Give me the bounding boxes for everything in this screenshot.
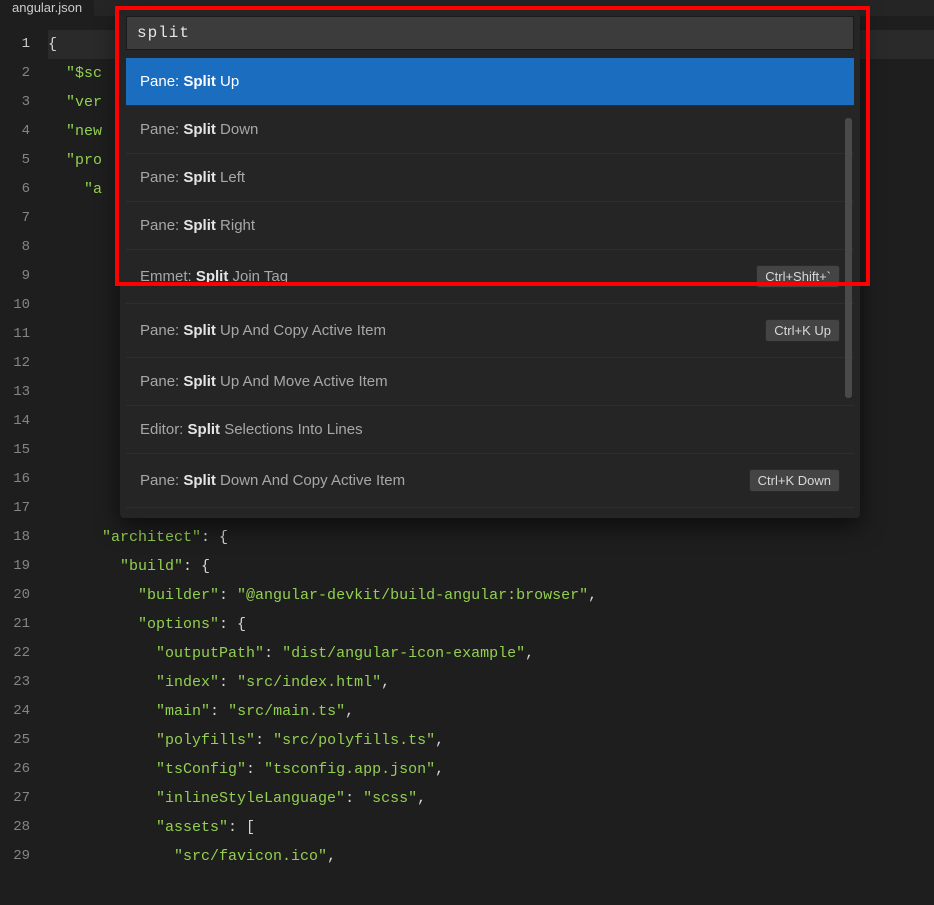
code-line: "tsConfig": "tsconfig.app.json", bbox=[48, 755, 934, 784]
code-line: "outputPath": "dist/angular-icon-example… bbox=[48, 639, 934, 668]
line-number: 2 bbox=[0, 59, 30, 88]
line-number: 18 bbox=[0, 523, 30, 552]
palette-item[interactable]: Emmet: Split Join Tag Ctrl+Shift+` bbox=[126, 250, 854, 304]
code-line: "options": { bbox=[48, 610, 934, 639]
line-number: 5 bbox=[0, 146, 30, 175]
palette-item[interactable]: Pane: Split Up And Move Active Item bbox=[126, 358, 854, 406]
palette-item-label: Pane: Split Up bbox=[140, 73, 239, 90]
keyboard-shortcut: Ctrl+K Down bbox=[749, 469, 840, 492]
line-number: 7 bbox=[0, 204, 30, 233]
palette-item-label: Pane: Split Right bbox=[140, 217, 255, 234]
line-number: 28 bbox=[0, 813, 30, 842]
line-number: 27 bbox=[0, 784, 30, 813]
line-number: 3 bbox=[0, 88, 30, 117]
code-line: "architect": { bbox=[48, 523, 934, 552]
command-palette: Pane: Split Up Pane: Split Down Pane: Spli… bbox=[120, 10, 860, 518]
palette-item[interactable]: Editor: Split Selections Into Lines bbox=[126, 406, 854, 454]
line-number: 15 bbox=[0, 436, 30, 465]
palette-scrollbar[interactable] bbox=[845, 118, 852, 398]
line-number: 12 bbox=[0, 349, 30, 378]
palette-item[interactable]: Pane: Split Right bbox=[126, 202, 854, 250]
line-number: 21 bbox=[0, 610, 30, 639]
palette-item-label: Pane: Split Up And Copy Active Item bbox=[140, 322, 386, 339]
code-line: "assets": [ bbox=[48, 813, 934, 842]
code-line: "src/favicon.ico", bbox=[48, 842, 934, 871]
line-number: 24 bbox=[0, 697, 30, 726]
palette-input[interactable] bbox=[126, 16, 854, 50]
line-number: 16 bbox=[0, 465, 30, 494]
palette-item[interactable]: Pane: Split Up bbox=[126, 58, 854, 106]
palette-item[interactable]: Pane: Split Down bbox=[126, 106, 854, 154]
line-number: 29 bbox=[0, 842, 30, 871]
keyboard-shortcut: Ctrl+Shift+` bbox=[756, 265, 840, 288]
keyboard-shortcut: Ctrl+K Up bbox=[765, 319, 840, 342]
code-line: "build": { bbox=[48, 552, 934, 581]
code-line: "inlineStyleLanguage": "scss", bbox=[48, 784, 934, 813]
line-number: 26 bbox=[0, 755, 30, 784]
line-number: 14 bbox=[0, 407, 30, 436]
line-number: 20 bbox=[0, 581, 30, 610]
code-line: "index": "src/index.html", bbox=[48, 668, 934, 697]
palette-item[interactable]: Pane: Split Down And Copy Active Item Ctr… bbox=[126, 454, 854, 508]
palette-item-label: Editor: Split Selections Into Lines bbox=[140, 421, 363, 438]
palette-input-wrap bbox=[120, 10, 860, 56]
code-line: "polyfills": "src/polyfills.ts", bbox=[48, 726, 934, 755]
line-gutter: 1234567891011121314151617181920212223242… bbox=[0, 16, 40, 905]
palette-item-label: Pane: Split Up And Move Active Item bbox=[140, 373, 388, 390]
line-number: 17 bbox=[0, 494, 30, 523]
line-number: 22 bbox=[0, 639, 30, 668]
code-line: "main": "src/main.ts", bbox=[48, 697, 934, 726]
palette-list: Pane: Split Up Pane: Split Down Pane: Spli… bbox=[120, 56, 860, 518]
line-number: 4 bbox=[0, 117, 30, 146]
line-number: 8 bbox=[0, 233, 30, 262]
line-number: 13 bbox=[0, 378, 30, 407]
palette-item[interactable]: Pane: Split Up And Copy Active Item Ctrl+… bbox=[126, 304, 854, 358]
line-number: 23 bbox=[0, 668, 30, 697]
code-line: "builder": "@angular-devkit/build-angula… bbox=[48, 581, 934, 610]
palette-item-label: Pane: Split Down And Copy Active Item bbox=[140, 472, 405, 489]
line-number: 11 bbox=[0, 320, 30, 349]
line-number: 1 bbox=[0, 30, 30, 59]
line-number: 25 bbox=[0, 726, 30, 755]
line-number: 19 bbox=[0, 552, 30, 581]
palette-item-label: Pane: Split Down bbox=[140, 121, 258, 138]
palette-item-label: Emmet: Split Join Tag bbox=[140, 268, 288, 285]
palette-item[interactable]: Pane: Split Left bbox=[126, 154, 854, 202]
line-number: 9 bbox=[0, 262, 30, 291]
tab-title: angular.json bbox=[12, 0, 82, 16]
line-number: 6 bbox=[0, 175, 30, 204]
line-number: 10 bbox=[0, 291, 30, 320]
tab-angular-json[interactable]: angular.json bbox=[0, 0, 94, 16]
palette-item-label: Pane: Split Left bbox=[140, 169, 245, 186]
